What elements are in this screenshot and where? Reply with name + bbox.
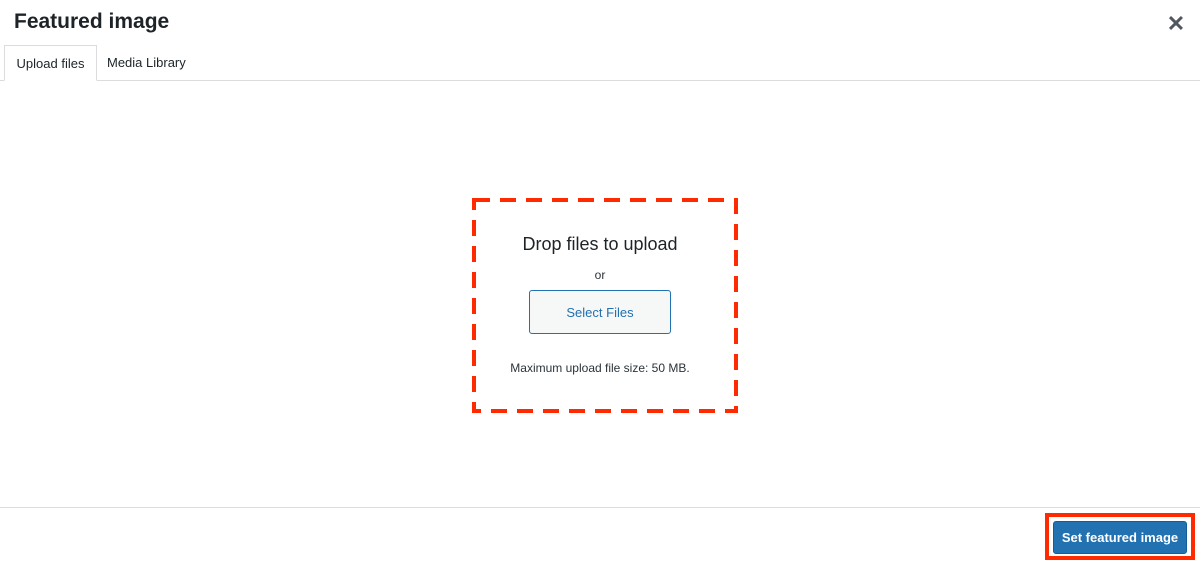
or-text: or bbox=[594, 268, 606, 282]
modal-title: Featured image bbox=[14, 10, 170, 33]
modal-footer bbox=[0, 507, 1200, 565]
tab-upload-files[interactable]: Upload files bbox=[4, 45, 97, 81]
close-button[interactable]: ✕ bbox=[1160, 8, 1192, 40]
upload-dropzone[interactable]: Drop files to upload or Select Files Max… bbox=[472, 198, 738, 413]
tab-bar: Upload files Media Library bbox=[0, 45, 1200, 81]
set-featured-image-button[interactable]: Set featured image bbox=[1053, 521, 1187, 554]
select-files-button[interactable]: Select Files bbox=[529, 290, 671, 334]
close-icon: ✕ bbox=[1166, 11, 1186, 36]
tab-media-library[interactable]: Media Library bbox=[97, 45, 196, 80]
max-upload-size-text: Maximum upload file size: 50 MB. bbox=[510, 361, 690, 375]
drop-files-text: Drop files to upload bbox=[522, 234, 678, 254]
